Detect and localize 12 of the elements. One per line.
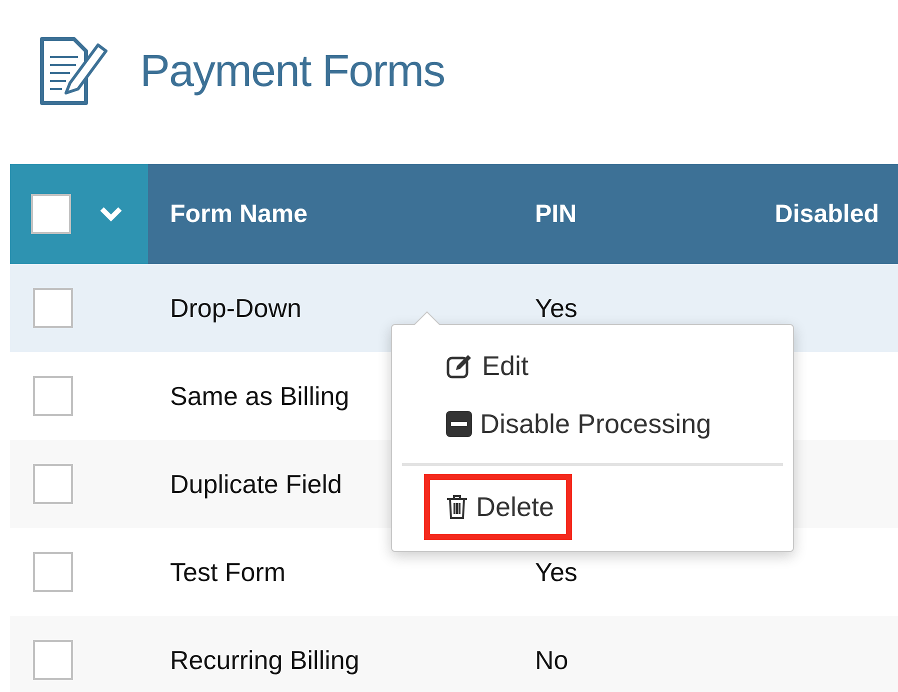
table-cell: No bbox=[535, 644, 568, 674]
table-cell: Yes bbox=[535, 556, 578, 586]
table-cell: Drop-Down bbox=[170, 292, 302, 322]
table-cell: Same as Billing bbox=[170, 380, 350, 410]
table-cell: Recurring Billing bbox=[170, 644, 360, 674]
table-cell: Yes bbox=[535, 292, 578, 322]
column-header: Form Name bbox=[170, 200, 308, 228]
column-header: Disabled bbox=[774, 200, 879, 228]
table-cell: Duplicate Field bbox=[170, 468, 342, 498]
table-cell: Test Form bbox=[170, 556, 286, 586]
page-title: Payment Forms bbox=[140, 45, 445, 97]
column-header: PIN bbox=[535, 200, 577, 228]
